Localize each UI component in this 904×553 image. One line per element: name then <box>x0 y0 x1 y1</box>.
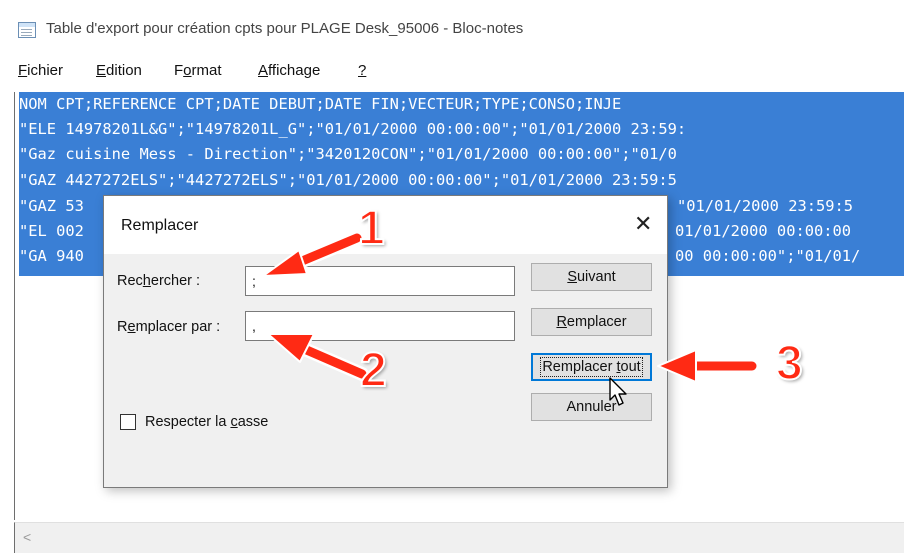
annotation-number-3: 3 <box>775 336 804 391</box>
menu-format[interactable]: Format <box>174 62 222 79</box>
replace-label: Remplacer par : <box>117 319 221 335</box>
dialog-title: Remplacer <box>121 217 199 234</box>
replace-button[interactable]: Remplacer <box>531 308 652 336</box>
text-line: "EL 002 <box>19 220 84 243</box>
menu-affichage[interactable]: Affichage <box>258 62 320 79</box>
text-line-fragment: 01/01/2000 00:00:00 <box>675 220 852 243</box>
text-line-fragment: 00 00:00:00";"01/01/ <box>675 245 861 268</box>
text-line-fragment: "01/01/2000 23:59:5 <box>677 195 854 218</box>
text-line: "ELE 14978201L&G";"14978201L_G";"01/01/2… <box>19 118 687 141</box>
text-line: "GA 940 <box>19 245 84 268</box>
text-line: NOM CPT;REFERENCE CPT;DATE DEBUT;DATE FI… <box>19 93 622 116</box>
close-icon[interactable]: ✕ <box>634 211 652 237</box>
find-next-button[interactable]: Suivant <box>531 263 652 291</box>
annotation-number-1: 1 <box>357 201 386 256</box>
window-title: Table d'export pour création cpts pour P… <box>46 20 524 37</box>
cancel-button[interactable]: Annuler <box>531 393 652 421</box>
dialog-title-bar: Remplacer ✕ <box>104 196 667 254</box>
scroll-left-arrow[interactable]: < <box>23 529 31 545</box>
horizontal-scrollbar[interactable]: < <box>14 522 904 553</box>
notepad-icon <box>18 22 36 38</box>
replace-dialog: Remplacer ✕ Rechercher : ; Remplacer par… <box>103 195 668 488</box>
menu-edition[interactable]: Edition <box>96 62 142 79</box>
text-line: "GAZ 53 <box>19 195 84 218</box>
replace-all-button[interactable]: Remplacer tout <box>531 353 652 381</box>
annotation-arrow-2 <box>267 333 369 381</box>
annotation-arrow-1 <box>262 231 364 277</box>
menu-help[interactable]: ? <box>358 62 366 79</box>
menu-fichier[interactable]: Fichier <box>18 62 63 79</box>
annotation-arrow-3 <box>657 349 759 383</box>
find-label: Rechercher : <box>117 273 201 289</box>
mouse-cursor-icon <box>609 377 627 406</box>
menu-bar: Fichier Edition Format Affichage ? <box>0 58 904 84</box>
match-case-checkbox[interactable] <box>120 414 136 430</box>
text-line: "GAZ 4427272ELS";"4427272ELS";"01/01/200… <box>19 169 677 192</box>
title-bar: Table d'export pour création cpts pour P… <box>0 0 904 54</box>
annotation-number-2: 2 <box>359 343 388 398</box>
text-line: "Gaz cuisine Mess - Direction";"3420120C… <box>19 143 677 166</box>
match-case-label[interactable]: Respecter la casse <box>145 414 268 430</box>
